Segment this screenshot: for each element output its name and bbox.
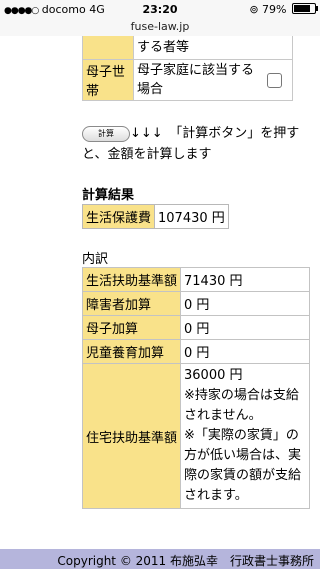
breakdown-title: 内訳 <box>82 252 109 267</box>
row-value: 0 円 <box>180 339 310 364</box>
table-row: 住宅扶助基準額 36000 円 ※持家の場合は支給されません。 ※「実際の家賃」… <box>81 363 310 509</box>
status-bar: ●●●●○ docomo 4G 23:20 ⊚ 79% <box>0 0 320 20</box>
result-label: 生活保護費 <box>81 204 156 229</box>
housing-label: 住宅扶助基準額 <box>81 363 182 509</box>
row-label <box>82 36 134 60</box>
table-row: する者等 <box>82 36 293 60</box>
table-row: 生活扶助基準額 71430 円 <box>81 267 310 292</box>
row-value: 0 円 <box>180 315 310 340</box>
mother-child-cell: 母子家庭に該当する場合 <box>133 59 293 101</box>
calc-instruction: 計算 ↓↓↓ 「計算ボタン」を押すと、金額を計算します <box>82 123 302 165</box>
table-row: 障害者加算 0 円 <box>81 291 310 316</box>
page-content: する者等 母子世帯 母子家庭に該当する場合 計算 ↓↓↓ 「計算ボタン」を押すと、… <box>0 36 320 549</box>
result-table: 生活保護費 107430 円 <box>81 204 229 229</box>
row-label: 障害者加算 <box>81 291 182 316</box>
housing-note-2: ※「実際の家賃」の方が低い場合は、実際の家賃の額が支給されます。 <box>184 428 302 503</box>
orientation-lock-icon: ⊚ <box>249 3 259 16</box>
input-table: する者等 母子世帯 母子家庭に該当する場合 <box>82 36 293 101</box>
housing-cell: 36000 円 ※持家の場合は支給されません。 ※「実際の家賃」の方が低い場合は… <box>180 363 310 509</box>
row-label: 児童養育加算 <box>81 339 182 364</box>
mother-child-text: 母子家庭に該当する場合 <box>137 63 255 97</box>
row-text: する者等 <box>133 36 293 60</box>
row-value: 0 円 <box>180 291 310 316</box>
row-label: 生活扶助基準額 <box>81 267 182 292</box>
battery-percent: 79% <box>262 3 287 16</box>
table-row: 母子加算 0 円 <box>81 315 310 340</box>
table-row: 児童養育加算 0 円 <box>81 339 310 364</box>
mother-child-label: 母子世帯 <box>82 59 134 101</box>
footer: Copyright © 2011 布施弘幸 行政書士事務所 <box>0 549 320 569</box>
result-value: 107430 円 <box>154 204 229 229</box>
result-title: 計算結果 <box>82 188 135 203</box>
housing-note-1: ※持家の場合は支給されません。 <box>184 388 299 423</box>
breakdown-table: 生活扶助基準額 71430 円 障害者加算 0 円 母子加算 0 円 児童養育加… <box>81 267 310 509</box>
copyright-text: Copyright © 2011 布施弘幸 行政書士事務所 <box>57 554 314 568</box>
table-row: 母子世帯 母子家庭に該当する場合 <box>82 59 293 101</box>
url-bar[interactable]: fuse-law.jp <box>0 20 320 36</box>
row-label: 母子加算 <box>81 315 182 340</box>
status-right: ⊚ 79% <box>249 3 318 16</box>
row-value: 71430 円 <box>180 267 310 292</box>
housing-value: 36000 円 <box>184 368 243 383</box>
battery-icon <box>292 3 318 14</box>
down-arrows: ↓↓↓ <box>130 126 163 141</box>
mother-child-checkbox[interactable] <box>267 72 282 88</box>
table-row: 生活保護費 107430 円 <box>81 204 229 229</box>
calculate-button[interactable]: 計算 <box>82 126 130 142</box>
